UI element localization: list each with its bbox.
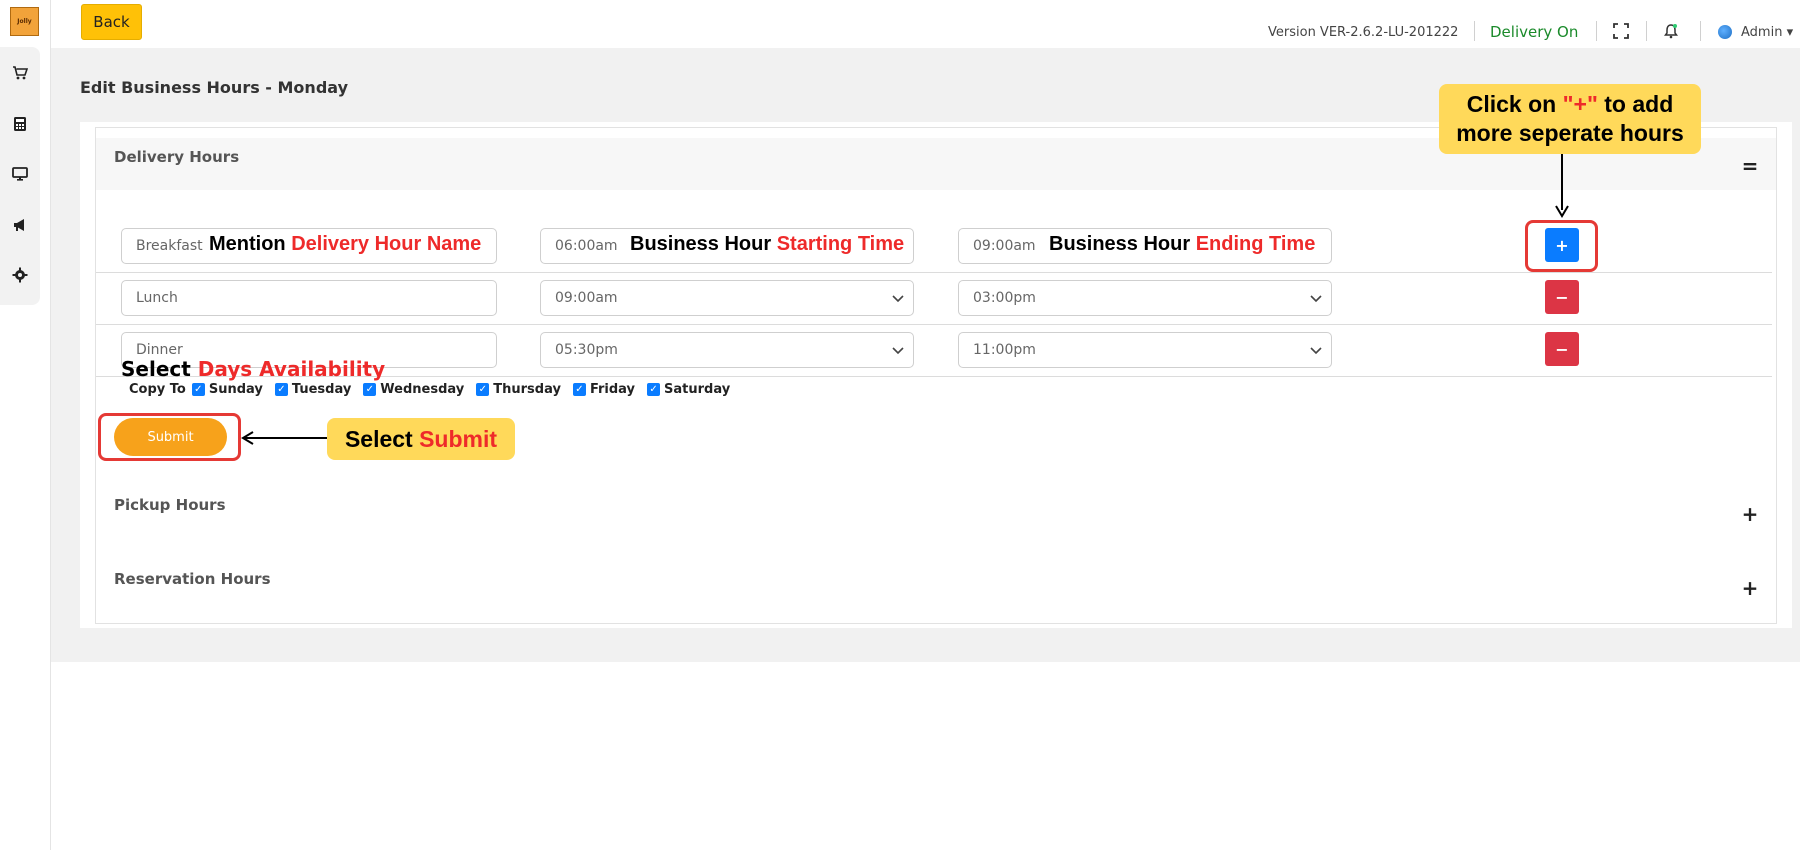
end-time-value: 09:00am xyxy=(973,238,1036,254)
gear-icon[interactable] xyxy=(0,255,40,295)
admin-label: Admin ▾ xyxy=(1741,24,1794,40)
expand-toggle[interactable]: + xyxy=(1742,576,1759,600)
check-icon: ✓ xyxy=(274,382,288,396)
plus-annotation-bubble: Click on "+" to add more seperate hours xyxy=(1439,84,1701,154)
app-logo[interactable]: Jolly xyxy=(10,7,39,36)
reservation-hours-title[interactable]: Reservation Hours xyxy=(114,570,271,588)
days-annotation: Select Days Availability xyxy=(121,357,385,381)
admin-menu[interactable]: Admin ▾ xyxy=(1718,20,1793,44)
annotation-text: to add xyxy=(1597,91,1674,117)
end-time-select[interactable]: 03:00pm xyxy=(958,280,1332,316)
chevron-down-icon xyxy=(891,291,905,305)
annotation-highlight: Submit xyxy=(419,426,498,452)
name-annotation: Mention Delivery Hour Name xyxy=(209,233,481,256)
back-button[interactable]: Back xyxy=(81,4,142,40)
divider xyxy=(1474,21,1475,41)
annotation-text: Business Hour xyxy=(630,233,777,255)
day-label: Thursday xyxy=(493,381,561,397)
annotation-text: Select xyxy=(121,357,198,381)
logo-text: Jolly xyxy=(17,17,32,25)
hour-name-value: Breakfast xyxy=(136,238,203,254)
end-time-value: 11:00pm xyxy=(973,342,1036,358)
day-label: Wednesday xyxy=(380,381,465,397)
delivery-hours-title[interactable]: Delivery Hours xyxy=(114,148,239,166)
end-time-select[interactable]: 11:00pm xyxy=(958,332,1332,368)
divider xyxy=(1700,21,1701,41)
copy-to-row: Copy To ✓ Sunday ✓ Tuesday ✓ Wednesday ✓ Thu… xyxy=(129,380,736,398)
annotation-highlight: Days Availability xyxy=(197,357,386,381)
check-icon: ✓ xyxy=(572,382,586,396)
calculator-icon[interactable] xyxy=(0,104,40,144)
day-label: Tuesday xyxy=(291,381,352,397)
day-label: Sunday xyxy=(208,381,263,397)
start-annotation: Business Hour Starting Time xyxy=(630,233,904,256)
chevron-down-icon xyxy=(1309,291,1323,305)
chevron-down-icon xyxy=(891,343,905,357)
submit-highlight xyxy=(98,413,241,461)
start-time-value: 06:00am xyxy=(555,238,618,254)
hour-name-value: Lunch xyxy=(136,290,178,306)
hour-name-input[interactable]: Lunch xyxy=(121,280,497,316)
day-label: Friday xyxy=(589,381,636,397)
cart-icon[interactable] xyxy=(0,53,40,93)
start-time-select[interactable]: 09:00am xyxy=(540,280,914,316)
expand-toggle[interactable]: + xyxy=(1742,502,1759,526)
end-time-value: 03:00pm xyxy=(973,290,1036,306)
sidebar: Jolly xyxy=(0,0,51,850)
pickup-hours-title[interactable]: Pickup Hours xyxy=(114,496,226,514)
end-annotation: Business Hour Ending Time xyxy=(1049,233,1315,256)
remove-hours-button[interactable]: − xyxy=(1545,280,1579,314)
annotation-line: more seperate hours xyxy=(1456,120,1684,146)
remove-hours-button[interactable]: − xyxy=(1545,332,1579,366)
divider xyxy=(1646,21,1647,41)
annotation-text: Business Hour xyxy=(1049,233,1196,255)
annotation-highlight: "+" xyxy=(1562,91,1598,117)
chevron-down-icon xyxy=(1309,343,1323,357)
monitor-icon[interactable] xyxy=(0,154,40,194)
annotation-line: Click on "+" to add xyxy=(1439,90,1701,119)
add-button-highlight xyxy=(1525,220,1598,272)
hour-name-value: Dinner xyxy=(136,342,183,358)
sidebar-menu xyxy=(0,47,40,305)
arrow-down-icon xyxy=(1555,154,1569,218)
check-icon: ✓ xyxy=(191,382,205,396)
day-checkbox-wednesday[interactable]: ✓ Wednesday xyxy=(363,382,464,397)
annotation-text: Mention xyxy=(209,233,292,255)
arrow-left-icon xyxy=(241,431,329,445)
start-time-value: 09:00am xyxy=(555,290,618,306)
check-icon: ✓ xyxy=(647,382,661,396)
page-title: Edit Business Hours - Monday xyxy=(80,78,348,97)
day-checkbox-thursday[interactable]: ✓ Thursday xyxy=(476,382,561,397)
check-icon: ✓ xyxy=(476,382,490,396)
day-checkbox-sunday[interactable]: ✓ Sunday xyxy=(191,381,263,397)
day-checkbox-tuesday[interactable]: ✓ Tuesday xyxy=(274,381,352,397)
start-time-select[interactable]: 05:30pm xyxy=(540,332,914,368)
globe-icon xyxy=(1718,25,1732,39)
day-label: Saturday xyxy=(664,381,731,397)
megaphone-icon[interactable] xyxy=(0,205,40,245)
annotation-highlight: Ending Time xyxy=(1195,233,1316,255)
divider xyxy=(1596,21,1597,41)
check-icon: ✓ xyxy=(363,382,377,396)
submit-annotation-bubble: Select Submit xyxy=(327,418,515,460)
collapse-toggle[interactable]: = xyxy=(1742,154,1759,178)
copy-to-label: Copy To xyxy=(129,381,186,397)
row-divider xyxy=(96,272,1772,273)
day-checkbox-saturday[interactable]: ✓ Saturday xyxy=(647,382,730,397)
annotation-text: Click on xyxy=(1466,91,1563,117)
day-checkbox-friday[interactable]: ✓ Friday xyxy=(572,381,636,397)
delivery-status[interactable]: Delivery On xyxy=(1490,20,1578,44)
annotation-highlight: Starting Time xyxy=(776,233,905,255)
start-time-value: 05:30pm xyxy=(555,342,618,358)
row-divider xyxy=(96,324,1772,325)
fullscreen-icon[interactable] xyxy=(1612,22,1630,40)
annotation-highlight: Delivery Hour Name xyxy=(291,233,482,255)
version-label: Version VER-2.6.2-LU-201222 xyxy=(1268,24,1459,40)
bell-icon[interactable] xyxy=(1662,22,1680,40)
annotation-text: Select xyxy=(344,426,420,452)
